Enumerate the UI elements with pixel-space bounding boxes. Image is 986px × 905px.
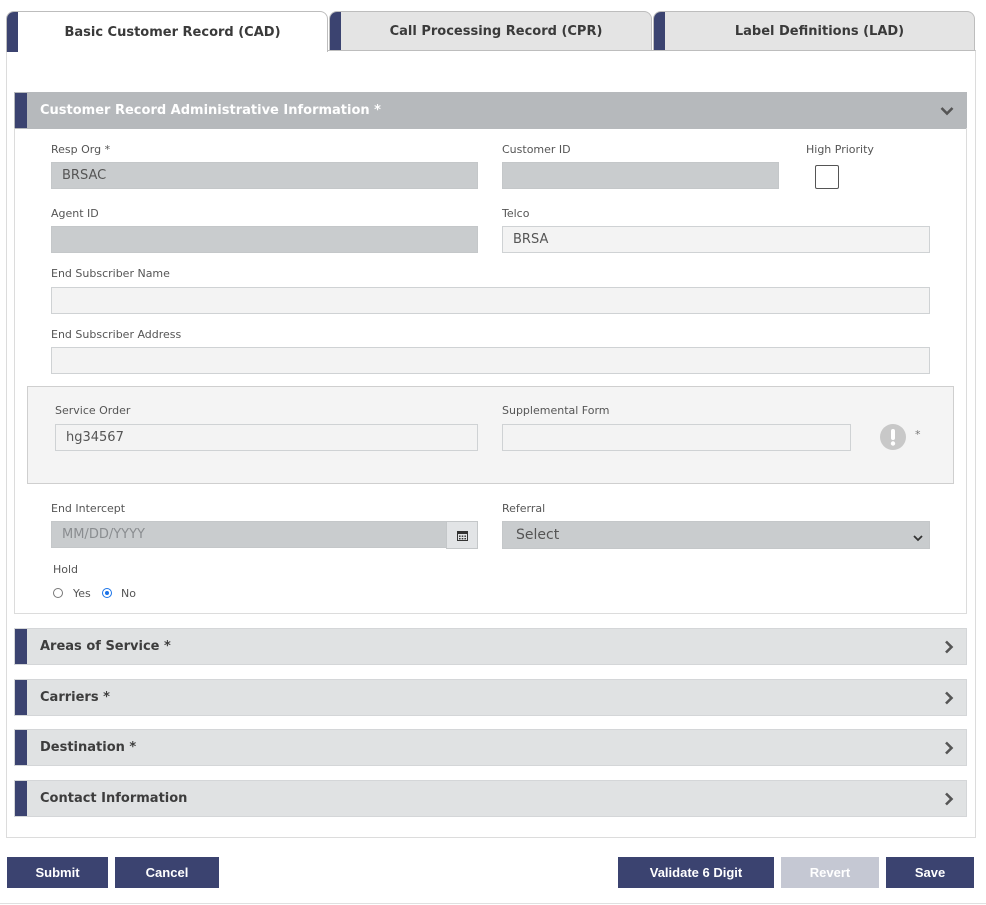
- end-subscriber-address-label: End Subscriber Address: [51, 328, 182, 341]
- end-subscriber-name-field[interactable]: [51, 287, 930, 314]
- section-carriers-header[interactable]: Carriers *: [14, 679, 967, 716]
- tab-basic-customer-record[interactable]: Basic Customer Record (CAD): [6, 11, 328, 52]
- hold-yes-label: Yes: [73, 587, 91, 600]
- end-intercept-field[interactable]: MM/DD/YYYY: [51, 521, 447, 548]
- section-title: Carriers *: [40, 690, 110, 705]
- hold-no-radio[interactable]: [102, 588, 112, 598]
- section-title: Contact Information: [40, 791, 188, 806]
- chevron-right-icon: [944, 781, 954, 816]
- tab-accent-bar: [7, 12, 18, 52]
- submit-button[interactable]: Submit: [7, 857, 108, 888]
- chevron-down-icon: [940, 93, 954, 128]
- resp-org-field[interactable]: BRSAC: [51, 162, 478, 189]
- tab-call-processing-record[interactable]: Call Processing Record (CPR): [329, 11, 652, 51]
- customer-id-field[interactable]: [502, 162, 779, 189]
- section-accent-bar: [15, 629, 27, 664]
- service-order-field[interactable]: hg34567: [55, 424, 478, 451]
- section-admin-info-header[interactable]: Customer Record Administrative Informati…: [14, 92, 967, 129]
- revert-button[interactable]: Revert: [781, 857, 879, 888]
- chevron-right-icon: [944, 730, 954, 765]
- save-button[interactable]: Save: [886, 857, 974, 888]
- tab-label: Label Definitions (LAD): [734, 24, 905, 39]
- section-title: Customer Record Administrative Informati…: [40, 103, 381, 118]
- chevron-right-icon: [944, 680, 954, 715]
- tab-label: Basic Customer Record (CAD): [64, 24, 281, 40]
- tab-label: Call Processing Record (CPR): [389, 24, 603, 39]
- supplemental-form-field[interactable]: [502, 424, 851, 451]
- footer-divider: [0, 903, 986, 904]
- agent-id-label: Agent ID: [51, 207, 99, 220]
- service-order-label: Service Order: [55, 404, 131, 417]
- hold-yes-radio[interactable]: [53, 588, 63, 598]
- tab-accent-bar: [330, 12, 341, 51]
- referral-selected-value: Select: [516, 527, 560, 543]
- required-mark: *: [915, 428, 921, 441]
- section-accent-bar: [15, 730, 27, 765]
- section-accent-bar: [15, 93, 27, 128]
- cancel-button[interactable]: Cancel: [115, 857, 219, 888]
- hold-no-label: No: [121, 587, 136, 600]
- section-title: Destination *: [40, 740, 137, 755]
- end-intercept-label: End Intercept: [51, 502, 126, 515]
- section-areas-of-service-header[interactable]: Areas of Service *: [14, 628, 967, 665]
- telco-label: Telco: [502, 207, 530, 220]
- hold-label: Hold: [53, 563, 79, 576]
- section-accent-bar: [15, 781, 27, 816]
- agent-id-field[interactable]: [51, 226, 478, 253]
- referral-label: Referral: [502, 502, 546, 515]
- chevron-down-icon: [913, 530, 923, 546]
- resp-org-label: Resp Org *: [51, 143, 111, 156]
- section-destination-header[interactable]: Destination *: [14, 729, 967, 766]
- referral-select[interactable]: Select: [502, 521, 930, 549]
- tab-label-definitions[interactable]: Label Definitions (LAD): [653, 11, 975, 51]
- chevron-right-icon: [944, 629, 954, 664]
- validate-6-digit-button[interactable]: Validate 6 Digit: [618, 857, 774, 888]
- telco-field[interactable]: BRSA: [502, 226, 930, 253]
- high-priority-checkbox[interactable]: [815, 165, 839, 189]
- calendar-icon[interactable]: [446, 521, 478, 549]
- section-accent-bar: [15, 680, 27, 715]
- end-subscriber-address-field[interactable]: [51, 347, 930, 374]
- section-contact-information-header[interactable]: Contact Information: [14, 780, 967, 817]
- tab-accent-bar: [654, 12, 665, 51]
- exclamation-icon[interactable]: [880, 424, 906, 450]
- end-subscriber-name-label: End Subscriber Name: [51, 267, 170, 280]
- customer-id-label: Customer ID: [502, 143, 571, 156]
- high-priority-label: High Priority: [806, 143, 874, 156]
- section-title: Areas of Service *: [40, 639, 171, 654]
- supplemental-form-label: Supplemental Form: [502, 404, 610, 417]
